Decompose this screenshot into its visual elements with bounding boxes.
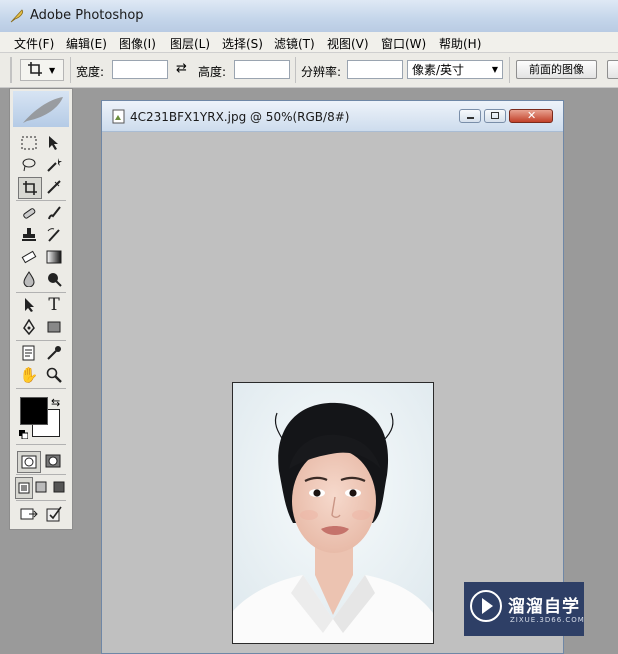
- chevron-down-icon: ▼: [491, 65, 498, 74]
- eyedropper-tool-icon[interactable]: [43, 343, 65, 363]
- app-title: Adobe Photoshop: [30, 8, 144, 23]
- watermark-text: 溜溜自学: [508, 597, 580, 617]
- resolution-unit-value: 像素/英寸: [412, 63, 465, 77]
- canvas-image[interactable]: [232, 382, 434, 644]
- healing-brush-tool-icon[interactable]: [18, 203, 40, 223]
- minimize-button[interactable]: [459, 109, 481, 123]
- standard-mode-icon[interactable]: [17, 451, 41, 473]
- brush-tool-icon[interactable]: [43, 203, 65, 223]
- standard-screen-mode-icon[interactable]: [15, 477, 33, 499]
- menu-view[interactable]: 视图(V): [327, 35, 369, 52]
- menu-bar: 文件(F) 编辑(E) 图像(I) 图层(L) 选择(S) 滤镜(T) 视图(V…: [0, 32, 618, 53]
- toolbox-panel: T ✋ ⇆: [9, 88, 73, 530]
- blur-tool-icon[interactable]: [18, 269, 40, 289]
- eraser-tool-icon[interactable]: [18, 247, 40, 267]
- divider: [295, 57, 296, 83]
- full-screen-mode-icon[interactable]: [51, 477, 67, 497]
- menu-image[interactable]: 图像(I): [119, 35, 156, 52]
- history-brush-tool-icon[interactable]: [43, 225, 65, 245]
- divider: [16, 444, 66, 445]
- pen-tool-icon[interactable]: [18, 317, 40, 337]
- divider: [509, 57, 510, 83]
- divider: [16, 500, 66, 501]
- lasso-tool-icon[interactable]: [18, 155, 40, 175]
- swap-colors-icon[interactable]: ⇆: [51, 396, 60, 409]
- clear-button[interactable]: [607, 60, 618, 79]
- width-label: 宽度:: [76, 65, 105, 79]
- menu-layer[interactable]: 图层(L): [170, 35, 210, 52]
- minimize-icon: [467, 117, 474, 119]
- hand-tool-icon[interactable]: ✋: [18, 365, 40, 385]
- jump-to-imageready-icon[interactable]: [18, 504, 40, 524]
- document-titlebar[interactable]: 4C231BFX1YRX.jpg @ 50%(RGB/8#) ✕: [102, 101, 563, 132]
- divider: [16, 340, 66, 341]
- menu-select[interactable]: 选择(S): [222, 35, 263, 52]
- photoshop-feather-icon: [23, 97, 63, 123]
- imageready-icon[interactable]: [43, 504, 65, 524]
- front-image-button[interactable]: 前面的图像: [516, 60, 597, 79]
- menu-window[interactable]: 窗口(W): [381, 35, 426, 52]
- gradient-tool-icon[interactable]: [43, 247, 65, 267]
- magic-wand-tool-icon[interactable]: [43, 155, 65, 175]
- app-titlebar: Adobe Photoshop: [0, 0, 618, 33]
- divider: [16, 474, 66, 475]
- crop-tool-icon[interactable]: [18, 177, 42, 199]
- resolution-unit-select[interactable]: 像素/英寸 ▼: [407, 60, 503, 79]
- options-bar-grip: [10, 57, 12, 83]
- menu-file[interactable]: 文件(F): [14, 35, 54, 52]
- divider: [16, 292, 66, 293]
- chevron-down-icon: ▼: [49, 65, 56, 75]
- menu-help[interactable]: 帮助(H): [439, 35, 481, 52]
- move-tool-icon[interactable]: [43, 133, 65, 153]
- zoom-tool-icon[interactable]: [43, 365, 65, 385]
- resolution-label: 分辨率:: [301, 65, 342, 79]
- height-input[interactable]: [234, 60, 290, 79]
- canvas-area[interactable]: [102, 132, 563, 653]
- marquee-tool-icon[interactable]: [18, 133, 40, 153]
- tool-preset-picker[interactable]: ▼: [20, 59, 64, 81]
- photoshop-feather-icon: [9, 8, 25, 24]
- divider: [16, 388, 66, 389]
- quick-mask-mode-icon[interactable]: [42, 451, 64, 471]
- crop-icon: [27, 61, 43, 80]
- divider: [16, 200, 66, 201]
- document-title: 4C231BFX1YRX.jpg @ 50%(RGB/8#): [130, 110, 350, 124]
- watermark-url: ZIXUE.3D66.COM: [510, 616, 585, 624]
- maximize-button[interactable]: [484, 109, 506, 123]
- portrait-photo: [233, 383, 433, 643]
- document-window: 4C231BFX1YRX.jpg @ 50%(RGB/8#) ✕: [101, 100, 564, 654]
- width-input[interactable]: [112, 60, 168, 79]
- toolbox-header[interactable]: [13, 91, 69, 127]
- close-icon: ✕: [527, 109, 537, 122]
- dodge-tool-icon[interactable]: [43, 269, 65, 289]
- menu-edit[interactable]: 编辑(E): [66, 35, 107, 52]
- maximize-icon: [491, 112, 499, 119]
- play-logo-icon: [470, 590, 502, 622]
- height-label: 高度:: [198, 65, 227, 79]
- rectangle-tool-icon[interactable]: [43, 317, 65, 337]
- notes-tool-icon[interactable]: [18, 343, 40, 363]
- foreground-color-swatch[interactable]: [20, 397, 48, 425]
- path-selection-tool-icon[interactable]: [18, 295, 40, 315]
- menu-filter[interactable]: 滤镜(T): [274, 35, 315, 52]
- document-file-icon: [111, 109, 126, 127]
- close-button[interactable]: ✕: [509, 109, 553, 123]
- slice-tool-icon[interactable]: [43, 177, 65, 197]
- resolution-input[interactable]: [347, 60, 403, 79]
- swap-arrows-icon[interactable]: ⇄: [176, 61, 187, 76]
- divider: [70, 57, 71, 83]
- full-screen-menu-mode-icon[interactable]: [33, 477, 49, 497]
- options-bar: ▼ 宽度: ⇄ 高度: 分辨率: 像素/英寸 ▼ 前面的图像: [0, 53, 618, 88]
- default-colors-icon[interactable]: [19, 428, 29, 440]
- clone-stamp-tool-icon[interactable]: [18, 225, 40, 245]
- watermark-logo: 溜溜自学 ZIXUE.3D66.COM: [464, 582, 584, 636]
- type-tool-icon[interactable]: T: [43, 295, 65, 315]
